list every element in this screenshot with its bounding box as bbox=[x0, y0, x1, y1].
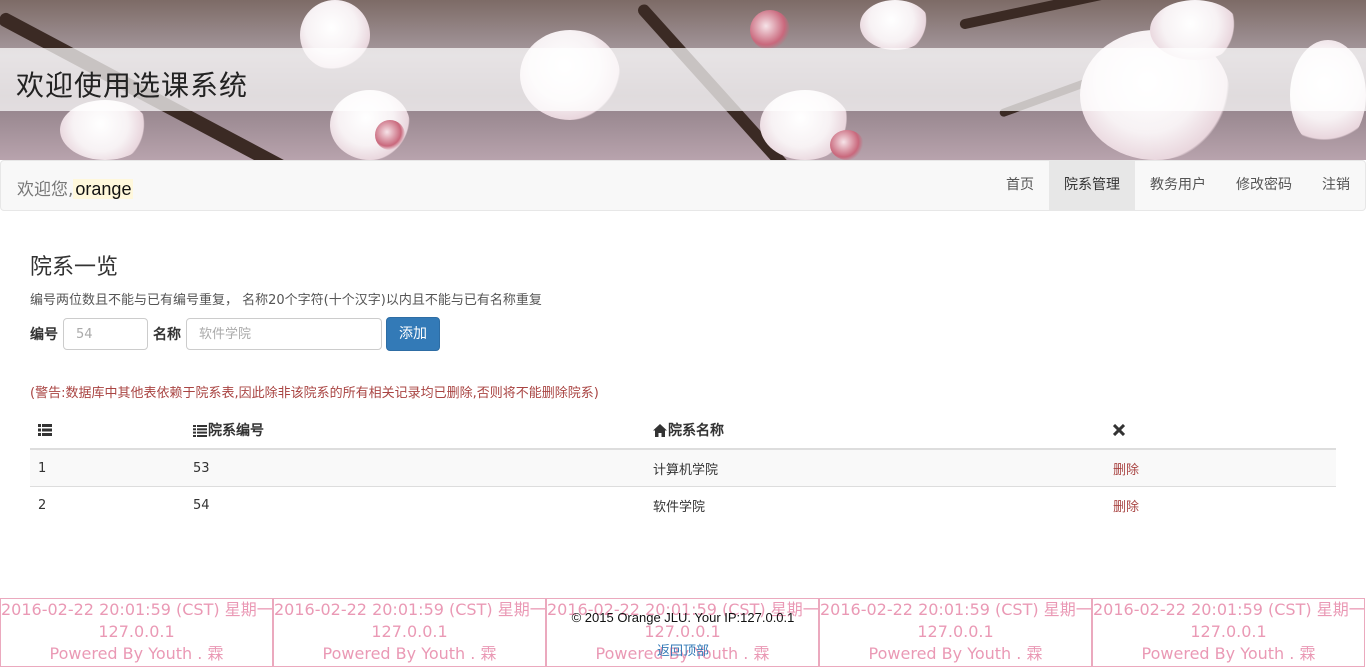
nav-item-change-password[interactable]: 修改密码 bbox=[1221, 161, 1307, 210]
banner-bud-decoration bbox=[375, 120, 405, 150]
list-icon bbox=[38, 424, 52, 436]
home-icon bbox=[653, 424, 667, 437]
banner-blossom-decoration bbox=[860, 0, 930, 50]
nav-item-department-management[interactable]: 院系管理 bbox=[1049, 161, 1135, 210]
row-department-name: 软件学院 bbox=[645, 486, 1105, 523]
form-hint: 编号两位数且不能与已有编号重复， 名称20个字符(十个汉字)以内且不能与已有名称… bbox=[30, 293, 542, 308]
add-department-form: 编号 名称 添加 bbox=[30, 317, 440, 351]
table-row: 1 53 计算机学院 删除 bbox=[30, 448, 1336, 487]
back-to-top-link[interactable]: 返回顶部 bbox=[0, 640, 1366, 659]
nav-item-academic-users[interactable]: 教务用户 bbox=[1135, 161, 1221, 210]
page-title: 欢迎使用选课系统 bbox=[16, 69, 249, 102]
remove-icon bbox=[1113, 424, 1125, 436]
copyright-text: © 2015 Orange JLU. Your IP:127.0.0.1 bbox=[571, 610, 795, 625]
welcome-prefix: 欢迎您, bbox=[17, 180, 74, 200]
row-delete-cell: 删除 bbox=[1105, 486, 1336, 523]
row-department-name: 计算机学院 bbox=[645, 448, 1105, 487]
nav-item-logout[interactable]: 注销 bbox=[1307, 161, 1365, 210]
row-index: 1 bbox=[30, 448, 185, 487]
banner-bud-decoration bbox=[750, 10, 790, 50]
department-name-input[interactable] bbox=[186, 318, 382, 350]
table-row: 2 54 软件学院 删除 bbox=[30, 486, 1336, 523]
row-department-code: 54 bbox=[185, 486, 645, 523]
row-index: 2 bbox=[30, 486, 185, 523]
column-header-code: 院系编号 bbox=[185, 412, 645, 450]
column-header-name-label: 院系名称 bbox=[668, 423, 724, 439]
top-navbar: 欢迎您, orange 首页 院系管理 教务用户 修改密码 注销 bbox=[0, 160, 1366, 211]
section-heading: 院系一览 bbox=[30, 255, 119, 280]
department-table: 院系编号 院系名称 1 53 计算机学院 删除 2 54 软件学院 删除 bbox=[30, 412, 1336, 523]
column-header-code-label: 院系编号 bbox=[208, 423, 264, 439]
column-header-delete bbox=[1105, 412, 1336, 450]
table-header-row: 院系编号 院系名称 bbox=[30, 412, 1336, 450]
add-button[interactable]: 添加 bbox=[386, 317, 440, 351]
delete-link[interactable]: 删除 bbox=[1113, 500, 1139, 515]
nav-menu: 首页 院系管理 教务用户 修改密码 注销 bbox=[991, 161, 1365, 210]
delete-warning: (警告:数据库中其他表依赖于院系表,因此除非该院系的所有相关记录均已删除,否则将… bbox=[30, 386, 599, 401]
banner-bud-decoration bbox=[830, 130, 864, 160]
column-header-index bbox=[30, 412, 185, 450]
header-banner: 欢迎使用选课系统 bbox=[0, 0, 1366, 160]
column-header-name: 院系名称 bbox=[645, 412, 1105, 450]
th-list-icon bbox=[193, 425, 207, 437]
department-code-input[interactable] bbox=[63, 318, 148, 350]
delete-link[interactable]: 删除 bbox=[1113, 463, 1139, 478]
nav-item-home[interactable]: 首页 bbox=[991, 161, 1049, 210]
code-label: 编号 bbox=[30, 327, 58, 343]
name-label: 名称 bbox=[153, 327, 181, 343]
row-delete-cell: 删除 bbox=[1105, 448, 1336, 487]
username: orange bbox=[73, 179, 134, 199]
row-department-code: 53 bbox=[185, 448, 645, 487]
welcome-text: 欢迎您, orange bbox=[17, 175, 134, 200]
